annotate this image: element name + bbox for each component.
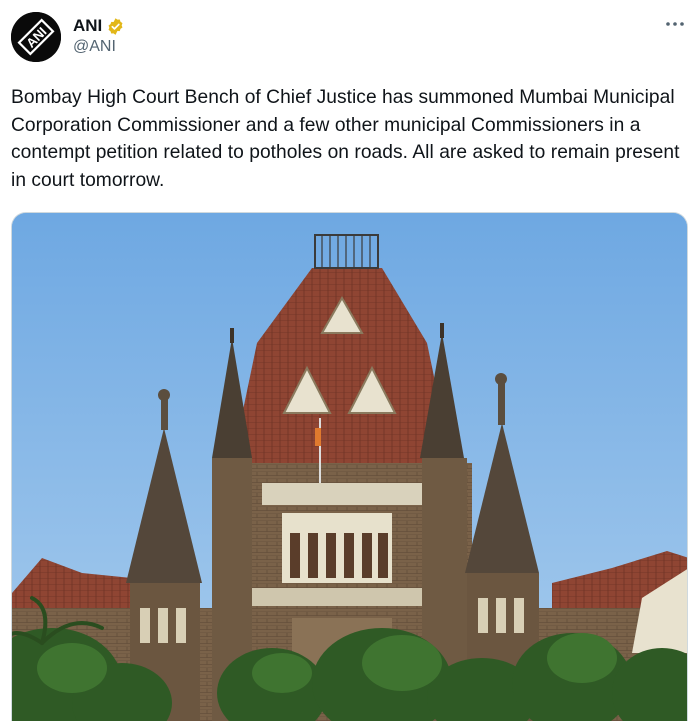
avatar[interactable]: ANI — [11, 12, 61, 62]
tweet-header: ANI ANI @ANI — [11, 12, 686, 62]
tweet: ANI ANI @ANI Bombay High Court Bench of … — [0, 0, 695, 721]
author-handle[interactable]: @ANI — [73, 38, 125, 56]
display-name-row: ANI — [73, 15, 125, 37]
more-options-button[interactable] — [664, 14, 686, 34]
ani-logo-icon: ANI — [11, 12, 61, 62]
display-name[interactable]: ANI — [73, 16, 102, 36]
tweet-text: Bombay High Court Bench of Chief Justice… — [11, 87, 680, 191]
bombay-high-court-photo — [12, 213, 687, 721]
author-names: ANI @ANI — [73, 15, 125, 56]
tweet-photo[interactable] — [11, 212, 688, 721]
more-horizontal-icon — [666, 22, 684, 26]
verified-badge-icon[interactable] — [106, 17, 125, 36]
